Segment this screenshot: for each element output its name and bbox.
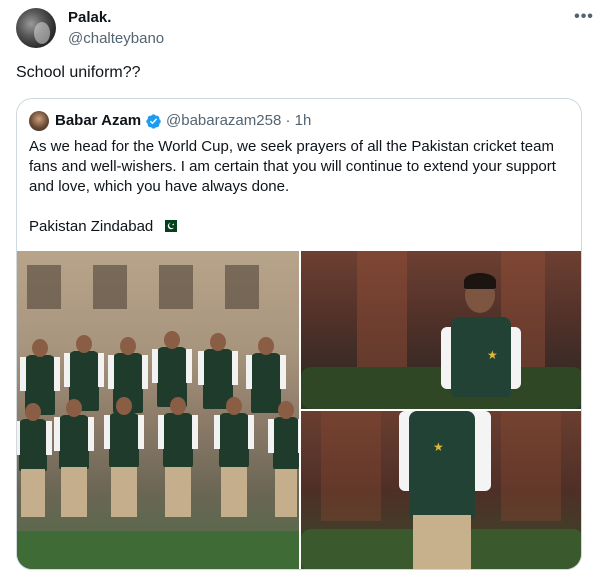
tweet-text: School uniform?? xyxy=(16,64,141,81)
portrait-seated-photo[interactable]: ★ xyxy=(301,251,581,409)
quoted-paragraph-signoff: Pakistan Zindabad xyxy=(29,217,574,237)
more-options-icon[interactable]: ••• xyxy=(574,9,594,26)
quoted-handle-time[interactable]: @babarazam258 · 1h xyxy=(166,112,311,129)
verified-badge-icon xyxy=(146,114,161,129)
quoted-tweet[interactable]: Babar Azam @babarazam258 · 1h As we head… xyxy=(16,98,582,570)
quoted-author-avatar[interactable] xyxy=(29,111,49,131)
quoted-paragraph: As we head for the World Cup, we seek pr… xyxy=(29,138,556,195)
author-avatar[interactable] xyxy=(16,8,56,48)
team-photo[interactable] xyxy=(17,251,299,569)
author-handle[interactable]: @chalteybano xyxy=(68,30,164,47)
author-display-name[interactable]: Palak. xyxy=(68,9,111,26)
pakistan-flag-icon xyxy=(161,220,178,232)
tweet: Palak. @chalteybano ••• School uniform??… xyxy=(0,0,616,588)
media-grid: ★ ★ xyxy=(17,251,581,569)
signoff-text: Pakistan Zindabad xyxy=(29,218,154,235)
quoted-author-name[interactable]: Babar Azam xyxy=(55,112,141,129)
quoted-tweet-text: As we head for the World Cup, we seek pr… xyxy=(29,137,574,237)
portrait-standing-photo[interactable]: ★ xyxy=(301,411,581,569)
